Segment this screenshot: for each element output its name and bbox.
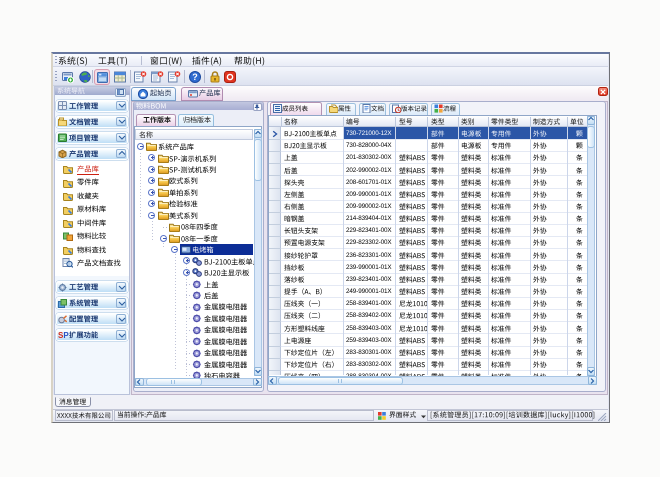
svg-text:?: ? (192, 72, 198, 82)
